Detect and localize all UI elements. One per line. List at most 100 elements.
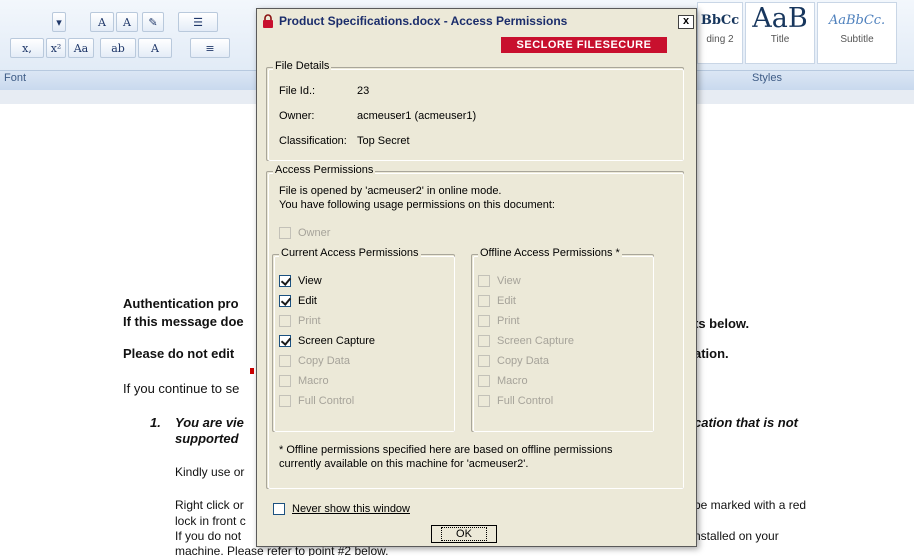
change-case-button[interactable]: Aa xyxy=(68,38,94,58)
doc-item1-line-a-right: cation that is not xyxy=(694,415,798,430)
close-button[interactable]: x xyxy=(678,15,694,29)
doc-line-do-not-edit-right: ation. xyxy=(694,346,729,361)
access-permissions-legend: Access Permissions xyxy=(273,164,376,176)
align-button[interactable]: ≡ xyxy=(190,38,230,58)
clear-format-button[interactable]: ✎ xyxy=(142,12,164,32)
perm-macro-row: Macro xyxy=(279,374,329,388)
perm-view-label: View xyxy=(298,275,322,287)
access-permissions-dialog: Product Specifications.docx - Access Per… xyxy=(256,8,697,547)
shrink-font-button[interactable]: A xyxy=(116,12,138,32)
offline-view-row: View xyxy=(478,274,521,288)
offline-full-control-row: Full Control xyxy=(478,394,553,408)
file-details-legend: File Details xyxy=(273,60,332,72)
style-title-name: Title xyxy=(770,34,790,45)
red-lock-marker xyxy=(250,368,254,374)
style-title[interactable]: AaB Title xyxy=(745,2,815,64)
perm-view-checkbox[interactable] xyxy=(279,275,291,287)
perm-screen-capture-label: Screen Capture xyxy=(298,335,376,347)
owner-checkbox-label: Owner xyxy=(298,227,331,239)
owner-checkbox[interactable] xyxy=(279,227,291,239)
offline-macro-row: Macro xyxy=(478,374,528,388)
ok-button-label: OK xyxy=(441,527,487,541)
never-show-row: Never show this window xyxy=(273,502,410,516)
subscript-button[interactable]: x, xyxy=(10,38,44,58)
offline-view-checkbox[interactable] xyxy=(478,275,490,287)
style-heading2-name: ding 2 xyxy=(706,34,734,45)
doc-line-auth: Authentication pro xyxy=(123,296,239,311)
offline-footnote-line2: currently available on this machine for … xyxy=(279,458,529,470)
classification-value: Top Secret xyxy=(357,135,410,147)
access-permissions-group: Access Permissions File is opened by 'ac… xyxy=(266,164,684,489)
dialog-title: Product Specifications.docx - Access Per… xyxy=(279,14,568,28)
ok-button[interactable]: OK xyxy=(431,525,497,543)
offline-screen-capture-checkbox[interactable] xyxy=(478,335,490,347)
doc-line-right-click-right: be marked with a red xyxy=(694,498,807,512)
font-color-label: A xyxy=(151,41,159,55)
offline-edit-label: Edit xyxy=(497,295,516,307)
doc-line-if-not-right: nstalled on your xyxy=(694,529,779,543)
doc-line-do-not-edit: Please do not edit xyxy=(123,346,235,361)
styles-group-label: Styles xyxy=(752,72,782,84)
doc-line-kindly: Kindly use or xyxy=(175,465,245,479)
offline-copy-data-label: Copy Data xyxy=(497,355,549,367)
style-subtitle-name: Subtitle xyxy=(840,34,874,45)
file-id-value: 23 xyxy=(357,85,370,97)
offline-print-checkbox[interactable] xyxy=(478,315,490,327)
perm-macro-checkbox[interactable] xyxy=(279,375,291,387)
doc-line-continue: If you continue to se xyxy=(123,381,240,396)
offline-full-control-label: Full Control xyxy=(497,395,554,407)
font-size-dropdown[interactable]: ▾ xyxy=(52,12,66,32)
perm-screen-capture-checkbox[interactable] xyxy=(279,335,291,347)
dialog-titlebar[interactable]: Product Specifications.docx - Access Per… xyxy=(257,9,696,33)
perm-copy-data-checkbox[interactable] xyxy=(279,355,291,367)
font-color-button[interactable]: A xyxy=(138,38,172,58)
style-heading2-sample: BbCc xyxy=(700,13,740,28)
offline-macro-checkbox[interactable] xyxy=(478,375,490,387)
file-id-label: File Id.: xyxy=(279,85,316,97)
grow-font-button[interactable]: A xyxy=(90,12,114,32)
owner-checkbox-row: Owner xyxy=(279,226,330,240)
classification-label: Classification: xyxy=(279,135,347,147)
doc-item1-number: 1. xyxy=(150,415,161,430)
doc-line-lock: lock in front c xyxy=(175,514,246,528)
highlight-button[interactable]: ab xyxy=(100,38,136,58)
offline-copy-data-row: Copy Data xyxy=(478,354,549,368)
perm-full-control-checkbox[interactable] xyxy=(279,395,291,407)
bullets-button[interactable]: ☰ xyxy=(178,12,218,32)
owner-label: Owner: xyxy=(279,110,315,122)
offline-permissions-legend: Offline Access Permissions * xyxy=(478,247,622,259)
offline-screen-capture-label: Screen Capture xyxy=(497,335,575,347)
grow-font-label: A xyxy=(98,15,106,29)
offline-edit-checkbox[interactable] xyxy=(478,295,490,307)
offline-edit-row: Edit xyxy=(478,294,516,308)
offline-print-row: Print xyxy=(478,314,520,328)
offline-view-label: View xyxy=(497,275,521,287)
style-subtitle[interactable]: AaBbCc. Subtitle xyxy=(817,2,897,64)
perm-print-row: Print xyxy=(279,314,321,328)
close-icon: x xyxy=(682,15,690,27)
offline-full-control-checkbox[interactable] xyxy=(478,395,490,407)
lock-icon xyxy=(263,14,273,28)
access-mode-text: File is opened by 'acmeuser2' in online … xyxy=(279,185,502,197)
perm-copy-data-label: Copy Data xyxy=(298,355,350,367)
perm-full-control-row: Full Control xyxy=(279,394,354,408)
current-permissions-group: Current Access Permissions View Edit Pri… xyxy=(272,247,455,432)
perm-edit-checkbox[interactable] xyxy=(279,295,291,307)
never-show-checkbox[interactable] xyxy=(273,503,285,515)
doc-line-auth-right: ts below. xyxy=(694,316,750,331)
doc-line-if-not: If you do not xyxy=(175,529,242,543)
offline-print-label: Print xyxy=(497,315,520,327)
offline-copy-data-checkbox[interactable] xyxy=(478,355,490,367)
file-details-group: File Details File Id.: 23 Owner: acmeuse… xyxy=(266,60,684,161)
perm-print-label: Print xyxy=(298,315,321,327)
offline-footnote-line1: * Offline permissions specified here are… xyxy=(279,444,613,456)
current-permissions-legend: Current Access Permissions xyxy=(279,247,421,259)
perm-copy-data-row: Copy Data xyxy=(279,354,350,368)
style-heading2[interactable]: BbCc ding 2 xyxy=(697,2,743,64)
perm-print-checkbox[interactable] xyxy=(279,315,291,327)
doc-item1-line-a: You are vie xyxy=(175,415,244,430)
perm-view-row: View xyxy=(279,274,322,288)
superscript-button[interactable]: x² xyxy=(46,38,66,58)
doc-item1-line-b: supported xyxy=(175,431,239,446)
seclore-brand-logo: SECLORE FILESECURE xyxy=(501,37,667,53)
